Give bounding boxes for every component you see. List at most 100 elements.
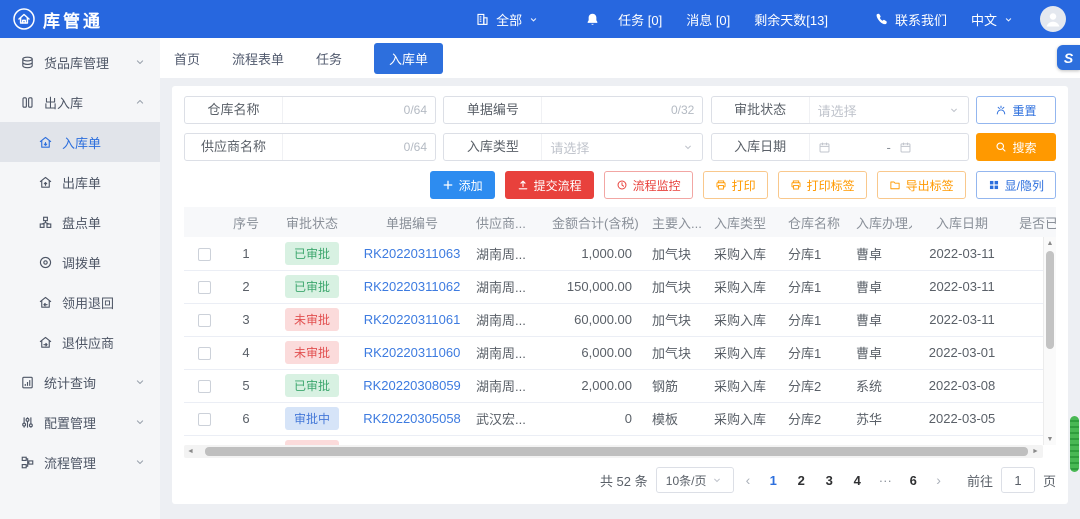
row-checkbox[interactable] bbox=[198, 281, 211, 294]
page-number-6[interactable]: 6 bbox=[902, 473, 924, 488]
approval-status-select[interactable]: 请选择 bbox=[810, 101, 968, 120]
tab-home[interactable]: 首页 bbox=[174, 49, 200, 68]
horizontal-scroll-thumb[interactable] bbox=[205, 447, 1028, 456]
search-icon bbox=[995, 141, 1007, 153]
messages-link[interactable]: 消息 [0] bbox=[686, 10, 730, 29]
sidebar-item-label: 货品库管理 bbox=[44, 53, 109, 72]
chevron-up-icon bbox=[134, 96, 146, 108]
cell-checkbox bbox=[184, 237, 224, 270]
col-header-status: 审批状态 bbox=[268, 207, 356, 237]
sidebar-item-transfer-order[interactable]: 调拨单 bbox=[0, 242, 160, 282]
row-checkbox[interactable] bbox=[198, 347, 211, 360]
chevron-down-icon bbox=[134, 416, 146, 428]
scroll-up-arrow-icon[interactable]: ▲ bbox=[1044, 237, 1056, 249]
supplier-name-input[interactable] bbox=[291, 140, 398, 155]
messages-label: 消息 [0] bbox=[686, 10, 730, 29]
contact-link[interactable]: 联系我们 bbox=[874, 10, 947, 29]
date-range-separator: - bbox=[886, 140, 890, 155]
cell-date: 2022-03-08 bbox=[912, 369, 1012, 402]
sidebar-item-inbound-order[interactable]: 入库单 bbox=[0, 122, 160, 162]
sidebar-item-label: 出入库 bbox=[44, 93, 83, 112]
doc-no-link[interactable]: RK20220308059 bbox=[363, 378, 461, 393]
print-label-button[interactable]: 打印标签 bbox=[778, 171, 867, 199]
doc-no-input[interactable] bbox=[550, 103, 665, 118]
doc-no-link[interactable]: RK20220305058 bbox=[363, 411, 461, 426]
page-number-3[interactable]: 3 bbox=[818, 473, 840, 488]
row-checkbox[interactable] bbox=[198, 413, 211, 426]
inbound-icon bbox=[38, 135, 53, 150]
notifications[interactable] bbox=[585, 12, 600, 27]
export-label-button[interactable]: 导出标签 bbox=[877, 171, 966, 199]
doc-no-link[interactable]: RK20220311063 bbox=[364, 246, 461, 261]
inbound-type-select[interactable]: 请选择 bbox=[542, 138, 702, 157]
tab-inbound-order[interactable]: 入库单 bbox=[374, 43, 443, 74]
sidebar-item-stats-query[interactable]: 统计查询 bbox=[0, 362, 160, 402]
cell-checkbox bbox=[184, 270, 224, 303]
green-handle-widget[interactable] bbox=[1070, 416, 1079, 472]
date-start-picker[interactable] bbox=[818, 141, 879, 154]
monitor-icon bbox=[616, 179, 628, 191]
tasks-link[interactable]: 任务 [0] bbox=[618, 10, 662, 29]
page-number-1[interactable]: 1 bbox=[762, 473, 784, 488]
doc-no-link[interactable]: RK20220311060 bbox=[364, 345, 461, 360]
status-badge: 未审批 bbox=[285, 341, 339, 364]
scroll-right-arrow-icon[interactable]: ► bbox=[1032, 448, 1040, 455]
row-checkbox[interactable] bbox=[198, 248, 211, 261]
cell-handler: 曹卓 bbox=[848, 237, 912, 270]
sidebar-item-outbound-order[interactable]: 出库单 bbox=[0, 162, 160, 202]
sidebar-item-requisition-return[interactable]: 领用退回 bbox=[0, 282, 160, 322]
print-button[interactable]: 打印 bbox=[703, 171, 768, 199]
goto-page-input[interactable] bbox=[1001, 467, 1035, 493]
cell-handler: 曹卓 bbox=[848, 336, 912, 369]
warehouse-name-counter: 0/64 bbox=[404, 103, 427, 117]
flow-monitor-button[interactable]: 流程监控 bbox=[604, 171, 693, 199]
scope-selector[interactable]: 全部 bbox=[475, 10, 539, 29]
tab-flow-form[interactable]: 流程表单 bbox=[232, 49, 284, 68]
reset-button[interactable]: 重置 bbox=[976, 96, 1056, 124]
sidebar-item-goods-warehouse[interactable]: 货品库管理 bbox=[0, 42, 160, 82]
page-number-2[interactable]: 2 bbox=[790, 473, 812, 488]
warehouse-name-input[interactable] bbox=[291, 103, 398, 118]
doc-no-link[interactable]: RK20220311062 bbox=[364, 279, 461, 294]
doc-no-link[interactable]: RK20220311061 bbox=[364, 312, 461, 327]
cell-status: 已审批 bbox=[268, 270, 356, 303]
prev-page-button[interactable]: ‹ bbox=[742, 472, 755, 488]
stats-icon bbox=[20, 375, 35, 390]
submit-flow-button[interactable]: 提交流程 bbox=[505, 171, 594, 199]
inbound-date-field: 入库日期 - bbox=[711, 133, 969, 161]
cell-status: 已审批 bbox=[268, 237, 356, 270]
tab-tasks[interactable]: 任务 bbox=[316, 49, 342, 68]
sidebar-item-config-mgmt[interactable]: 配置管理 bbox=[0, 402, 160, 442]
sidebar-item-supplier-return[interactable]: 退供应商 bbox=[0, 322, 160, 362]
sidebar-item-stocktake-order[interactable]: 盘点单 bbox=[0, 202, 160, 242]
horizontal-scrollbar[interactable]: ◄ ► bbox=[184, 445, 1043, 458]
vertical-scrollbar[interactable]: ▲ ▼ bbox=[1043, 237, 1056, 445]
cell-supplier: 湖南周... bbox=[468, 270, 552, 303]
avatar[interactable] bbox=[1040, 6, 1066, 32]
stocktake-icon bbox=[38, 215, 53, 230]
table-toolbar: 添加提交流程流程监控打印打印标签导出标签 显/隐列 bbox=[184, 171, 1056, 199]
button-label: 显/隐列 bbox=[1005, 177, 1044, 194]
row-checkbox[interactable] bbox=[198, 314, 211, 327]
add-button[interactable]: 添加 bbox=[430, 171, 495, 199]
sidebar-item-flow-mgmt[interactable]: 流程管理 bbox=[0, 442, 160, 482]
sidebar-item-label: 领用退回 bbox=[62, 293, 114, 312]
cell-type bbox=[706, 435, 780, 445]
row-checkbox[interactable] bbox=[198, 380, 211, 393]
scroll-left-arrow-icon[interactable]: ◄ bbox=[187, 448, 195, 455]
assistant-widget[interactable]: S bbox=[1057, 45, 1080, 70]
date-end-picker[interactable] bbox=[899, 141, 960, 154]
sidebar-item-in-out-warehouse[interactable]: 出入库 bbox=[0, 82, 160, 122]
language-selector[interactable]: 中文 bbox=[971, 10, 1014, 29]
toggle-columns-button[interactable]: 显/隐列 bbox=[976, 171, 1056, 199]
next-page-button[interactable]: › bbox=[932, 472, 945, 488]
cell-warehouse bbox=[780, 435, 848, 445]
sidebar-menu: 货品库管理出入库入库单出库单盘点单调拨单领用退回退供应商统计查询配置管理流程管理 bbox=[0, 42, 160, 482]
search-button[interactable]: 搜索 bbox=[976, 133, 1056, 161]
days-left: 剩余天数[13] bbox=[754, 10, 828, 29]
phone-icon bbox=[874, 12, 889, 27]
page-size-select[interactable]: 10条/页 bbox=[656, 467, 734, 493]
scroll-down-arrow-icon[interactable]: ▼ bbox=[1044, 433, 1056, 445]
vertical-scroll-thumb[interactable] bbox=[1046, 251, 1054, 349]
page-number-4[interactable]: 4 bbox=[846, 473, 868, 488]
